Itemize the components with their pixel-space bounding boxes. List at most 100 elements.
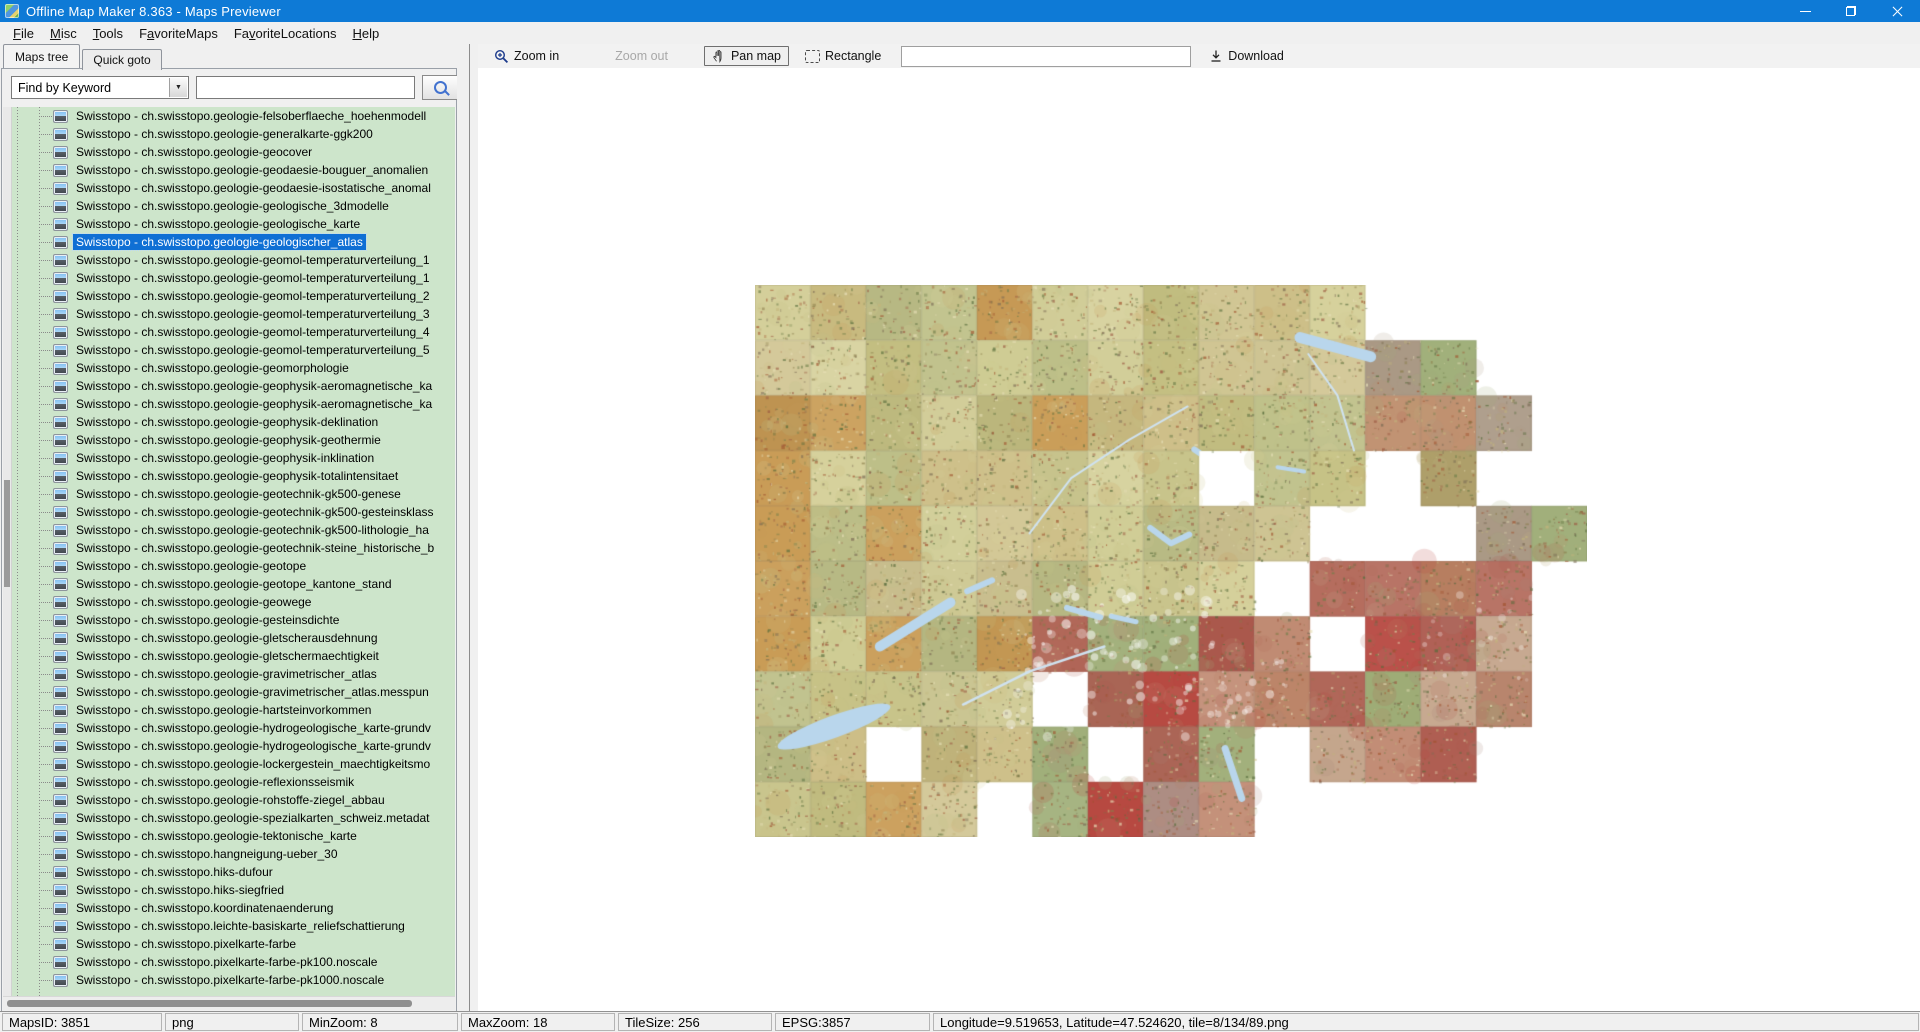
map-layer-icon: [53, 506, 68, 519]
zoom-in-button[interactable]: Zoom in: [486, 46, 567, 67]
tree-item[interactable]: Swisstopo - ch.swisstopo.geologie-geoweg…: [12, 593, 455, 611]
tree-item[interactable]: Swisstopo - ch.swisstopo.geologie-geotec…: [12, 485, 455, 503]
panel-tabs: Maps treeQuick goto: [3, 45, 164, 68]
tree-item[interactable]: Swisstopo - ch.swisstopo.geologie-gletsc…: [12, 629, 455, 647]
pan-map-button[interactable]: Pan map: [704, 46, 789, 66]
tree-item[interactable]: Swisstopo - ch.swisstopo.geologie-geomol…: [12, 305, 455, 323]
tree-item[interactable]: Swisstopo - ch.swisstopo.geologie-geophy…: [12, 413, 455, 431]
tree-item[interactable]: Swisstopo - ch.swisstopo.geologie-geodae…: [12, 161, 455, 179]
combo-dropdown-arrow[interactable]: ▼: [169, 78, 187, 97]
tree-item[interactable]: Swisstopo - ch.swisstopo.geologie-genera…: [12, 125, 455, 143]
tree-item[interactable]: Swisstopo - ch.swisstopo.geologie-geotop…: [12, 557, 455, 575]
tree-item[interactable]: Swisstopo - ch.swisstopo.geologie-geolog…: [12, 233, 455, 251]
close-button[interactable]: [1874, 0, 1920, 22]
rectangle-button[interactable]: Rectangle: [797, 46, 889, 66]
tree-item-label: Swisstopo - ch.swisstopo.geologie-hydrog…: [73, 720, 434, 736]
tree-horizontal-scrollbar-thumb[interactable]: [7, 1000, 412, 1007]
tree-item-label: Swisstopo - ch.swisstopo.geologie-rohsto…: [73, 792, 388, 808]
menu-favoritemaps[interactable]: FavoriteMaps: [131, 24, 226, 43]
tree-item[interactable]: Swisstopo - ch.swisstopo.geologie-hartst…: [12, 701, 455, 719]
tree-connector: [39, 692, 52, 693]
tree-vertical-scrollbar-thumb[interactable]: [4, 480, 10, 587]
tree-item[interactable]: Swisstopo - ch.swisstopo.koordinatenaend…: [12, 899, 455, 917]
tree-connector: [39, 530, 52, 531]
tree-item[interactable]: Swisstopo - ch.swisstopo.geologie-geomol…: [12, 287, 455, 305]
tree-item[interactable]: Swisstopo - ch.swisstopo.geologie-geotop…: [12, 575, 455, 593]
tree-item[interactable]: Swisstopo - ch.swisstopo.geologie-geomol…: [12, 251, 455, 269]
tree-item[interactable]: Swisstopo - ch.swisstopo.pixelkarte-farb…: [12, 971, 455, 989]
tree-item[interactable]: Swisstopo - ch.swisstopo.geologie-geotec…: [12, 539, 455, 557]
tree-item[interactable]: Swisstopo - ch.swisstopo.geologie-geophy…: [12, 467, 455, 485]
tree-item[interactable]: Swisstopo - ch.swisstopo.geologie-spezia…: [12, 809, 455, 827]
map-tiles-mosaic[interactable]: [755, 285, 1587, 837]
tree-item[interactable]: Swisstopo - ch.swisstopo.geologie-geomol…: [12, 341, 455, 359]
tree-item[interactable]: Swisstopo - ch.swisstopo.hangneigung-ueb…: [12, 845, 455, 863]
tab-maps-tree[interactable]: Maps tree: [3, 44, 80, 68]
tree-item-label: Swisstopo - ch.swisstopo.geologie-geomol…: [73, 270, 433, 286]
tree-item[interactable]: Swisstopo - ch.swisstopo.pixelkarte-farb…: [12, 953, 455, 971]
tree-item[interactable]: Swisstopo - ch.swisstopo.geologie-geodae…: [12, 179, 455, 197]
tree-item[interactable]: Swisstopo - ch.swisstopo.hiks-dufour: [12, 863, 455, 881]
tree-item[interactable]: Swisstopo - ch.swisstopo.geologie-hydrog…: [12, 719, 455, 737]
search-button[interactable]: [422, 75, 459, 100]
tree-item[interactable]: Swisstopo - ch.swisstopo.hiks-siegfried: [12, 881, 455, 899]
tree-item[interactable]: Swisstopo - ch.swisstopo.geologie-geophy…: [12, 377, 455, 395]
tree-item[interactable]: Swisstopo - ch.swisstopo.geologie-gravim…: [12, 665, 455, 683]
tree-item[interactable]: Swisstopo - ch.swisstopo.geologie-tekton…: [12, 827, 455, 845]
tree-item[interactable]: Swisstopo - ch.swisstopo.geologie-gletsc…: [12, 647, 455, 665]
download-button[interactable]: Download: [1201, 46, 1292, 66]
tree-connector: [39, 764, 52, 765]
tree-item[interactable]: Swisstopo - ch.swisstopo.geologie-locker…: [12, 755, 455, 773]
rectangle-select-icon: [805, 50, 820, 63]
tree-item[interactable]: Swisstopo - ch.swisstopo.geologie-hydrog…: [12, 737, 455, 755]
tree-item[interactable]: Swisstopo - ch.swisstopo.geologie-geotec…: [12, 503, 455, 521]
menu-misc[interactable]: Misc: [42, 24, 85, 43]
pan-map-label: Pan map: [731, 49, 781, 63]
tree-item[interactable]: Swisstopo - ch.swisstopo.geologie-geocov…: [12, 143, 455, 161]
tree-connector: [39, 800, 52, 801]
tree-item[interactable]: Swisstopo - ch.swisstopo.geologie-geophy…: [12, 449, 455, 467]
minimize-button[interactable]: [1782, 0, 1828, 22]
tree-item-label: Swisstopo - ch.swisstopo.geologie-reflex…: [73, 774, 357, 790]
tree-item[interactable]: Swisstopo - ch.swisstopo.geologie-geomol…: [12, 269, 455, 287]
tree-item[interactable]: Swisstopo - ch.swisstopo.geologie-geomor…: [12, 359, 455, 377]
map-layer-icon: [53, 218, 68, 231]
tree-item-label: Swisstopo - ch.swisstopo.geologie-spezia…: [73, 810, 433, 826]
map-layer-icon: [53, 254, 68, 267]
tree-item[interactable]: Swisstopo - ch.swisstopo.geologie-geomol…: [12, 323, 455, 341]
map-layer-icon: [53, 920, 68, 933]
keyword-input[interactable]: [196, 76, 415, 99]
restore-button[interactable]: [1828, 0, 1874, 22]
tree-item[interactable]: Swisstopo - ch.swisstopo.geologie-geolog…: [12, 197, 455, 215]
map-viewport[interactable]: [478, 68, 1920, 1012]
tree-item[interactable]: Swisstopo - ch.swisstopo.geologie-geotec…: [12, 521, 455, 539]
tree-item[interactable]: Swisstopo - ch.swisstopo.geologie-rohsto…: [12, 791, 455, 809]
map-layer-icon: [53, 758, 68, 771]
maps-tree-list: Swisstopo - ch.swisstopo.geologie-felsob…: [12, 107, 455, 996]
tree-item[interactable]: Swisstopo - ch.swisstopo.geologie-gravim…: [12, 683, 455, 701]
tree-connector: [39, 404, 52, 405]
window-controls: [1782, 0, 1920, 22]
tree-item[interactable]: Swisstopo - ch.swisstopo.geologie-reflex…: [12, 773, 455, 791]
tab-quick-goto[interactable]: Quick goto: [82, 49, 161, 70]
tree-item-label: Swisstopo - ch.swisstopo.geologie-geomor…: [73, 360, 352, 376]
menu-favoritelocations[interactable]: FavoriteLocations: [226, 24, 345, 43]
tree-connector: [39, 332, 52, 333]
tree-item[interactable]: Swisstopo - ch.swisstopo.geologie-geophy…: [12, 431, 455, 449]
tree-item[interactable]: Swisstopo - ch.swisstopo.leichte-basiska…: [12, 917, 455, 935]
search-mode-select[interactable]: Find by Keyword ▼: [11, 76, 189, 99]
menu-tools[interactable]: Tools: [85, 24, 131, 43]
map-toolbar-input[interactable]: [901, 46, 1191, 67]
tree-vertical-scrollbar[interactable]: [3, 107, 12, 996]
tree-item[interactable]: Swisstopo - ch.swisstopo.geologie-geolog…: [12, 215, 455, 233]
tree-item[interactable]: Swisstopo - ch.swisstopo.geologie-felsob…: [12, 107, 455, 125]
menu-help[interactable]: Help: [344, 24, 387, 43]
tree-item[interactable]: Swisstopo - ch.swisstopo.geologie-gestei…: [12, 611, 455, 629]
panel-splitter[interactable]: [457, 44, 478, 1012]
menu-file[interactable]: File: [5, 24, 42, 43]
tree-item[interactable]: Swisstopo - ch.swisstopo.geologie-geophy…: [12, 395, 455, 413]
tree-item[interactable]: Swisstopo - ch.swisstopo.pixelkarte-farb…: [12, 935, 455, 953]
tree-item-label: Swisstopo - ch.swisstopo.geologie-geolog…: [73, 234, 366, 250]
tree-horizontal-scrollbar[interactable]: [3, 996, 455, 1010]
tree-item-label: Swisstopo - ch.swisstopo.geologie-gestei…: [73, 612, 342, 628]
